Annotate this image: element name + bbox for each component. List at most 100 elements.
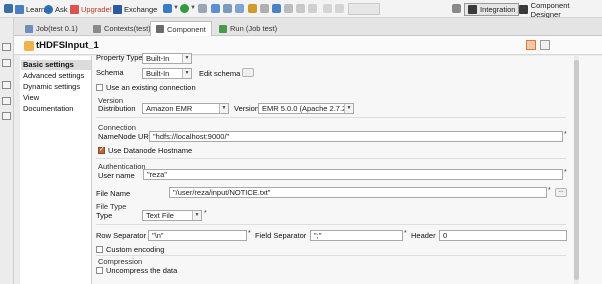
- perspective-component-designer[interactable]: Component Designer: [516, 0, 602, 19]
- tab-job[interactable]: Job(test 0.1): [20, 21, 83, 36]
- tab-run-label: Run (Job test): [230, 24, 278, 33]
- print-icon[interactable]: [260, 4, 269, 13]
- required-mark: *: [548, 187, 551, 194]
- ask-link[interactable]: Ask: [44, 3, 68, 15]
- distribution-select[interactable]: Amazon EMR ▼: [142, 103, 229, 114]
- header-label: Header: [411, 231, 436, 240]
- left-trim: [0, 18, 14, 284]
- form-scroll-area: [572, 56, 602, 284]
- save-icon[interactable]: [272, 4, 281, 13]
- tab-contexts-label: Contexts(test): [104, 24, 151, 33]
- nav-advanced-settings[interactable]: Advanced settings: [23, 71, 84, 81]
- run-icon[interactable]: [180, 4, 189, 13]
- chart-icon[interactable]: [4, 4, 13, 13]
- nav-documentation[interactable]: Documentation: [23, 104, 73, 114]
- tab-component-label: Component: [167, 24, 206, 34]
- property-type-select[interactable]: Built-In ▼: [142, 53, 192, 64]
- exchange-icon: [113, 4, 122, 14]
- version-select[interactable]: EMR 5.0.0 (Apache 2.7.2) ▼: [258, 103, 354, 114]
- tab-contexts[interactable]: Contexts(test): [88, 21, 156, 36]
- tab-run[interactable]: Run (Job test): [214, 21, 282, 36]
- upgrade-link[interactable]: Upgrade!: [70, 3, 112, 15]
- nav-view[interactable]: View: [23, 93, 39, 103]
- file-type-select[interactable]: Text File ▼: [142, 210, 202, 221]
- file-type-section-title: File Type: [96, 202, 127, 211]
- datanode-hostname-checkbox[interactable]: [98, 145, 105, 154]
- divider: [96, 255, 566, 256]
- ask-label: Ask: [55, 4, 68, 14]
- integration-label: Integration: [480, 5, 516, 14]
- basic-settings-form: Property Type Built-In ▼ Schema Built-In…: [92, 53, 572, 284]
- copy-icon[interactable]: [235, 4, 244, 13]
- build-icon[interactable]: [198, 4, 207, 13]
- chevron-down-icon: ▼: [344, 104, 353, 113]
- search-dropdown-icon[interactable]: ▼: [173, 5, 179, 11]
- problems-icon[interactable]: [2, 112, 11, 120]
- uncompress-checkbox[interactable]: [96, 267, 103, 274]
- component-title: tHDFSInput_1: [36, 40, 99, 51]
- palette-icon[interactable]: [2, 81, 11, 89]
- existing-connection-checkbox[interactable]: [96, 84, 103, 91]
- open-perspective-icon[interactable]: [452, 4, 461, 13]
- field-separator-label: Field Separator: [255, 231, 307, 240]
- chevron-down-icon: ▼: [219, 104, 228, 113]
- datanode-hostname-label: Use Datanode Hostname: [108, 146, 193, 155]
- run-dropdown-icon[interactable]: ▼: [190, 5, 196, 11]
- scrollbar-thumb[interactable]: [574, 60, 579, 280]
- file-name-input[interactable]: "/user/reza/input/NOTICE.txt": [169, 187, 547, 198]
- schema-select[interactable]: Built-In ▼: [142, 68, 192, 79]
- settings-icon[interactable]: [284, 4, 293, 13]
- edit-schema-button[interactable]: [242, 68, 254, 77]
- required-mark: *: [564, 169, 567, 176]
- redo-icon[interactable]: [308, 4, 317, 13]
- outline-icon[interactable]: [2, 59, 11, 67]
- divider: [96, 158, 566, 159]
- undo-icon[interactable]: [296, 4, 305, 13]
- browse-file-button[interactable]: ...: [555, 188, 567, 197]
- divider: [96, 117, 566, 118]
- authentication-section-title: Authentication: [98, 162, 146, 171]
- learn-link[interactable]: Learn: [15, 3, 45, 15]
- integration-icon: [468, 5, 477, 14]
- nav-basic-settings[interactable]: Basic settings: [21, 60, 91, 70]
- username-input[interactable]: "reza": [143, 169, 563, 180]
- field-separator-input[interactable]: ";": [310, 230, 403, 241]
- header-input[interactable]: 0: [439, 230, 567, 241]
- chevron-down-icon: ▼: [182, 54, 191, 63]
- code-icon[interactable]: [2, 97, 11, 105]
- component-designer-label: Component Designer: [530, 0, 570, 19]
- distribution-label: Distribution: [98, 104, 136, 113]
- required-mark: *: [564, 131, 567, 138]
- file-name-label: File Name: [96, 189, 131, 198]
- main-toolbar: Learn Ask Upgrade! Exchange ▼ ▼ Integrat…: [0, 0, 602, 19]
- import-icon[interactable]: [223, 4, 232, 13]
- nav-forward-icon[interactable]: [335, 4, 344, 13]
- custom-encoding-checkbox[interactable]: [96, 246, 103, 253]
- namenode-uri-input[interactable]: "hdfs://localhost:9000/": [149, 131, 563, 142]
- file-type-label: Type: [96, 211, 113, 220]
- exchange-link[interactable]: Exchange: [113, 3, 157, 15]
- schema-label: Schema: [96, 68, 124, 77]
- connection-section-title: Connection: [98, 123, 136, 132]
- nav-dynamic-settings[interactable]: Dynamic settings: [23, 82, 80, 92]
- hdfs-input-icon: [24, 41, 34, 51]
- export-icon[interactable]: [211, 4, 220, 13]
- component-designer-icon: [519, 5, 528, 14]
- tab-component[interactable]: Component: [150, 21, 212, 36]
- view-mode-2-icon[interactable]: [540, 40, 550, 50]
- chevron-down-icon: ▼: [192, 211, 201, 220]
- view-mode-1-icon[interactable]: [526, 40, 536, 50]
- run-tab-icon: [219, 24, 227, 33]
- zoom-field[interactable]: [348, 3, 380, 15]
- version-value: EMR 5.0.0 (Apache 2.7.2): [262, 104, 349, 113]
- repository-icon[interactable]: [2, 43, 11, 51]
- nav-back-icon[interactable]: [323, 4, 332, 13]
- view-tabbar: Job(test 0.1) Contexts(test) Component R…: [14, 18, 602, 36]
- contexts-icon: [93, 24, 101, 33]
- row-separator-input[interactable]: "\n": [148, 230, 247, 241]
- version-label: Version: [234, 104, 260, 113]
- folder-icon[interactable]: [248, 4, 257, 13]
- perspective-integration[interactable]: Integration: [464, 3, 520, 16]
- exchange-label: Exchange: [124, 4, 158, 14]
- search-icon[interactable]: [163, 4, 172, 13]
